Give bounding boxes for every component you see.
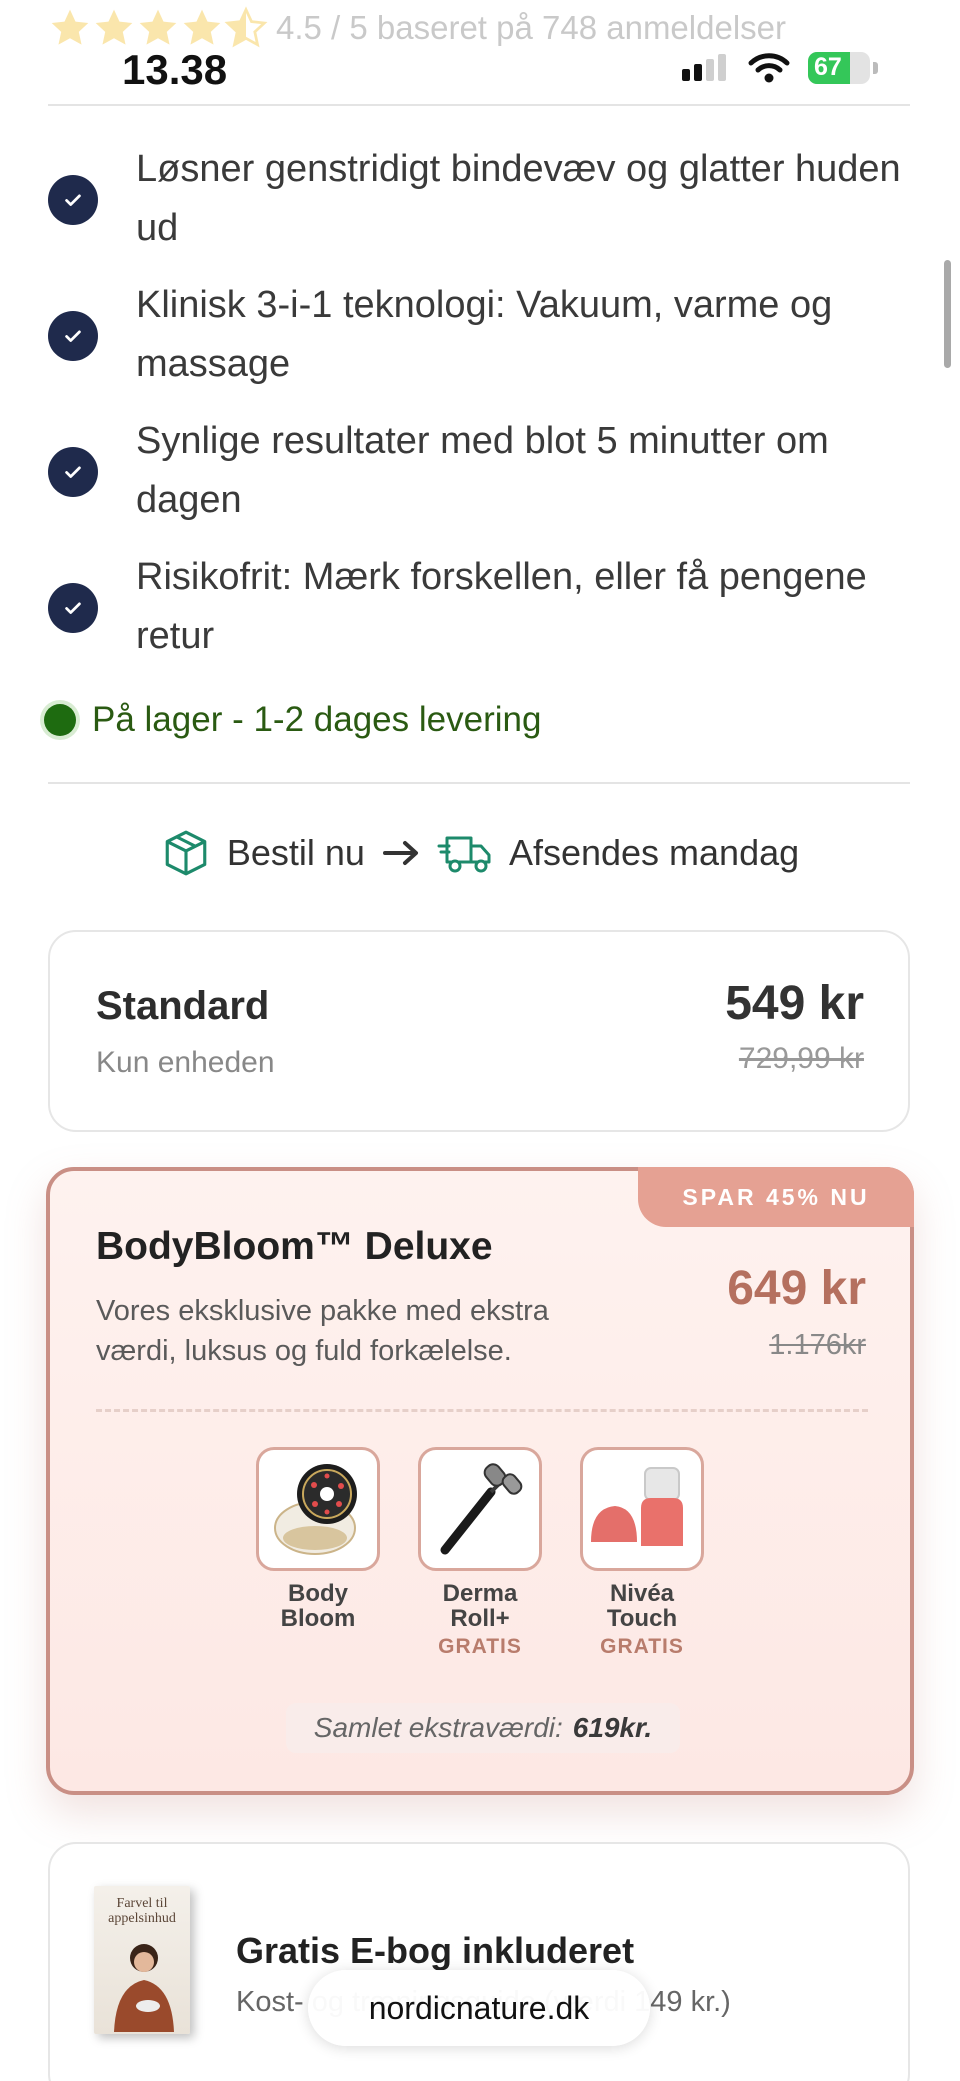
item-name: Derma Roll+ — [442, 1580, 518, 1632]
check-icon — [48, 311, 98, 361]
option-price: 649 kr — [727, 1262, 866, 1315]
battery-icon: 67 — [808, 52, 870, 84]
option-old-price: 729,99 kr — [738, 1042, 864, 1075]
option-price: 549 kr — [725, 977, 864, 1030]
option-description: Vores eksklusive pakke med ekstra værdi,… — [96, 1295, 549, 1367]
bundle-items: Body Bloom Derma Roll+ GRATIS Nivéa Touc… — [50, 1447, 910, 1659]
order-label: Bestil nu — [226, 832, 365, 873]
option-standard[interactable]: Standard Kun enheden 549 kr 729,99 kr — [48, 930, 910, 1132]
arrow-right-icon — [382, 841, 418, 865]
option-old-price: 1.176kr — [769, 1329, 866, 1361]
derma-roll-image — [418, 1447, 542, 1571]
status-bar: 4.5 / 5 baseret på 748 anmeldelser 13.38… — [0, 0, 960, 100]
bundle-item: Derma Roll+ GRATIS — [418, 1447, 542, 1659]
half-star-icon — [224, 6, 268, 48]
star-icon — [139, 9, 177, 45]
bundle-item: Body Bloom — [256, 1447, 380, 1659]
stock-dot-icon — [44, 704, 76, 736]
feature-item: Risikofrit: Mærk forskellen, eller få pe… — [48, 548, 918, 666]
feature-text: Synlige resultater med blot 5 minutter o… — [136, 420, 829, 521]
rating-row: 4.5 / 5 baseret på 748 anmeldelser — [48, 6, 786, 50]
feature-item: Klinisk 3-i-1 teknologi: Vakuum, varme o… — [48, 276, 918, 394]
body-bloom-image — [256, 1447, 380, 1571]
star-icon — [51, 9, 89, 45]
signal-icon — [682, 54, 726, 81]
feature-text: Risikofrit: Mærk forskellen, eller få pe… — [136, 556, 867, 657]
status-time: 13.38 — [122, 46, 228, 93]
option-title: BodyBloom™ Deluxe — [96, 1225, 493, 1268]
stock-text: På lager - 1-2 dages levering — [92, 700, 542, 739]
scrollbar[interactable] — [944, 260, 951, 368]
truck-icon — [437, 836, 491, 873]
feature-list: Løsner genstridigt bindevæv og glatter h… — [48, 140, 918, 684]
item-tag: GRATIS — [600, 1635, 684, 1658]
item-name: Body Bloom — [280, 1580, 356, 1632]
browser-url-bar[interactable]: nordicnature.dk — [308, 1970, 650, 2046]
ebook-title: Gratis E-bog inkluderet — [236, 1930, 635, 1971]
check-icon — [48, 583, 98, 633]
divider-middle — [48, 782, 910, 784]
feature-item: Synlige resultater med blot 5 minutter o… — [48, 412, 918, 530]
discount-badge: SPAR 45% NU — [638, 1167, 914, 1227]
divider-top — [48, 104, 910, 106]
check-icon — [48, 447, 98, 497]
battery-nub — [873, 62, 878, 74]
option-subtitle: Kun enheden — [96, 1046, 275, 1079]
extra-value-amount: 619kr. — [572, 1712, 653, 1743]
shipping-timeline: Bestil nu Afsendes mandag — [0, 828, 960, 878]
bundle-item: Nivéa Touch GRATIS — [580, 1447, 704, 1659]
feature-text: Løsner genstridigt bindevæv og glatter h… — [136, 148, 901, 249]
ship-label: Afsendes mandag — [508, 832, 800, 873]
extra-value-summary: Samlet ekstraværdi: 619kr. — [286, 1703, 680, 1753]
ebook-cover-title: Farvel til appelsinhud — [108, 1896, 176, 1926]
ebook-cover-image: Farvel til appelsinhud — [94, 1886, 190, 2034]
feature-item: Løsner genstridigt bindevæv og glatter h… — [48, 140, 918, 258]
item-tag: GRATIS — [438, 1635, 522, 1658]
stock-status: På lager - 1-2 dages levering — [44, 700, 541, 740]
wifi-icon — [748, 53, 790, 83]
status-icons: 67 — [682, 52, 878, 84]
dashed-divider — [96, 1409, 868, 1412]
feature-text: Klinisk 3-i-1 teknologi: Vakuum, varme o… — [136, 284, 833, 385]
nivea-touch-image — [580, 1447, 704, 1571]
battery-level: 67 — [814, 53, 842, 81]
item-name: Nivéa Touch — [606, 1580, 678, 1632]
option-deluxe[interactable]: SPAR 45% NU BodyBloom™ Deluxe Vores eksk… — [46, 1167, 914, 1795]
star-icon — [183, 9, 221, 45]
box-icon — [165, 830, 207, 876]
extra-value-label: Samlet ekstraværdi: — [313, 1712, 563, 1743]
star-icon — [95, 9, 133, 45]
option-title: Standard — [96, 984, 270, 1028]
rating-text: 4.5 / 5 baseret på 748 anmeldelser — [276, 9, 787, 46]
check-icon — [48, 175, 98, 225]
